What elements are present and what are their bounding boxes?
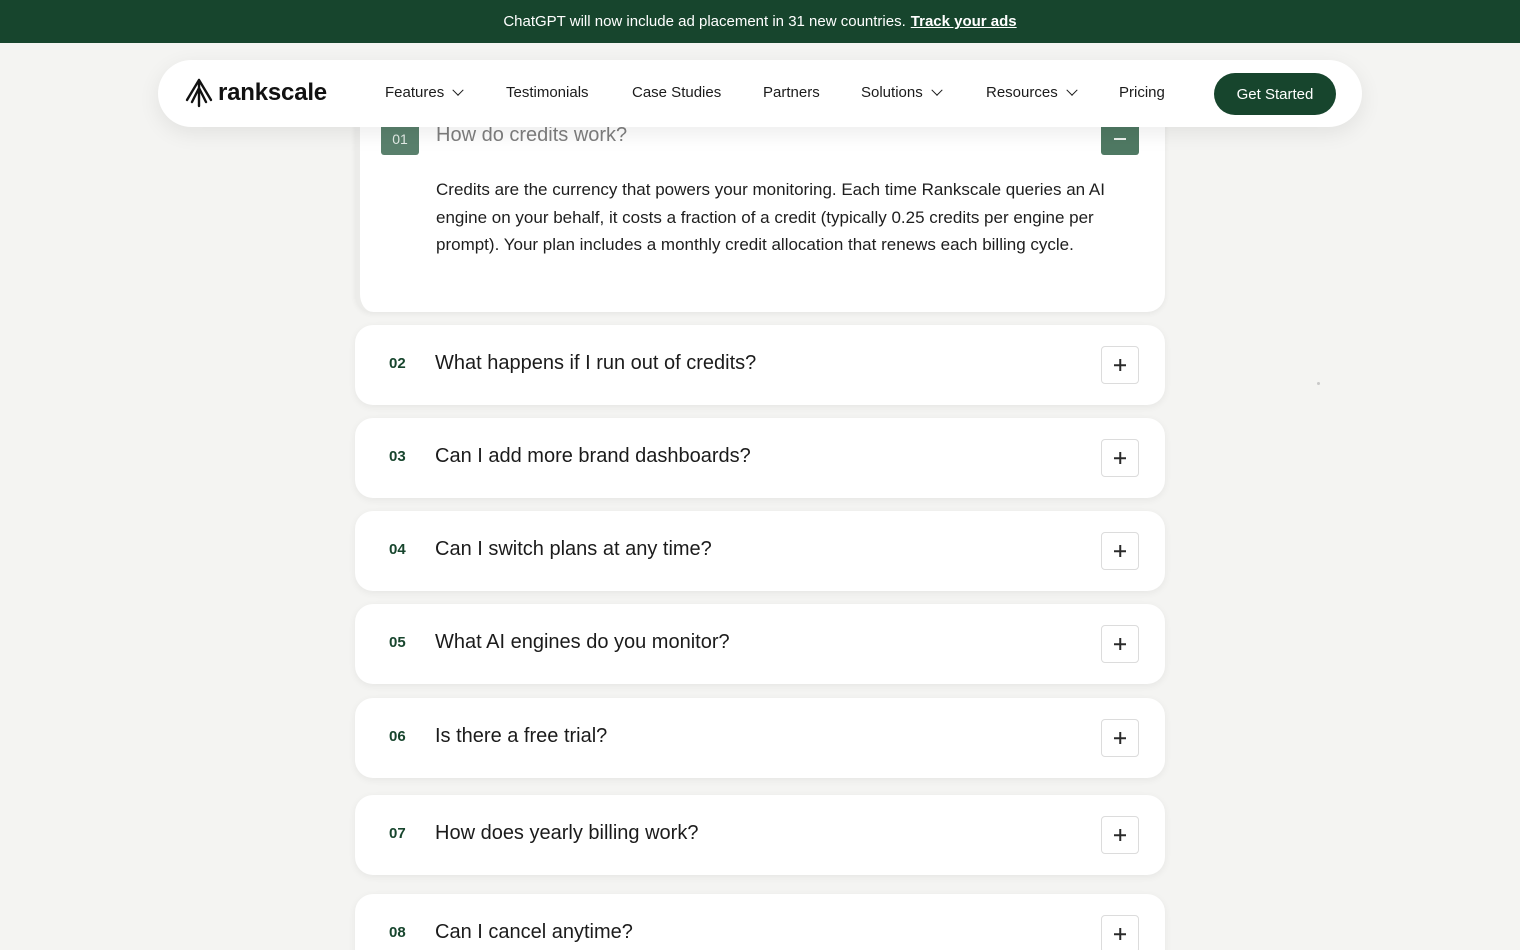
- faq-item[interactable]: 02 What happens if I run out of credits?: [355, 325, 1165, 405]
- faq-number: 06: [389, 728, 406, 745]
- faq-question[interactable]: How do credits work?: [436, 124, 627, 147]
- faq-question: Can I switch plans at any time?: [435, 538, 712, 560]
- faq-number: 07: [389, 825, 406, 842]
- faq-answer: Credits are the currency that powers you…: [436, 180, 1105, 254]
- chevron-down-icon: [1066, 84, 1078, 96]
- faq-item[interactable]: 04 Can I switch plans at any time?: [355, 511, 1165, 591]
- faq-item[interactable]: 03 Can I add more brand dashboards?: [355, 418, 1165, 498]
- plus-icon[interactable]: [1101, 625, 1139, 663]
- faq-question: How does yearly billing work?: [435, 822, 699, 844]
- page: ChatGPT will now include ad placement in…: [0, 0, 1520, 950]
- faq-question: Can I add more brand dashboards?: [435, 445, 751, 467]
- nav-item-pricing[interactable]: Pricing: [1119, 84, 1165, 101]
- chevron-down-icon: [931, 84, 943, 96]
- logo-text: rankscale: [218, 79, 327, 106]
- nav-item-label: Resources: [986, 84, 1058, 101]
- faq-number: 08: [389, 924, 406, 941]
- nav-item-case-studies[interactable]: Case Studies: [632, 84, 721, 101]
- faq-number: 03: [389, 448, 406, 465]
- nav-item-label: Pricing: [1119, 84, 1165, 101]
- logo[interactable]: rankscale: [184, 78, 327, 108]
- faq-item-open: 01 How do credits work? Credits are the …: [355, 100, 1165, 312]
- plus-icon[interactable]: [1101, 915, 1139, 950]
- nav-item-label: Case Studies: [632, 84, 722, 101]
- faq-item[interactable]: 08 Can I cancel anytime?: [355, 894, 1165, 950]
- faq-question: What happens if I run out of credits?: [435, 352, 757, 374]
- faq-item[interactable]: 05 What AI engines do you monitor?: [355, 604, 1165, 684]
- nav-item-label: Partners: [763, 84, 820, 101]
- nav-item-solutions[interactable]: Solutions: [861, 84, 943, 101]
- faq-question: Can I cancel anytime?: [435, 921, 633, 943]
- announcement-text: ChatGPT will now include ad placement in…: [503, 13, 906, 30]
- get-started-button[interactable]: Get Started: [1214, 73, 1336, 115]
- decorative-dot: [1317, 382, 1320, 385]
- minus-icon: [1114, 137, 1126, 140]
- plus-icon[interactable]: [1101, 532, 1139, 570]
- plus-icon[interactable]: [1101, 719, 1139, 757]
- main-nav: rankscale Features Testimonials Case Stu…: [158, 60, 1362, 127]
- faq-item[interactable]: 07 How does yearly billing work?: [355, 795, 1165, 875]
- faq-number: 02: [389, 355, 406, 372]
- faq-question: What AI engines do you monitor?: [435, 631, 730, 653]
- plus-icon[interactable]: [1101, 346, 1139, 384]
- track-ads-link[interactable]: Track your ads: [911, 13, 1017, 30]
- faq-number: 04: [389, 541, 406, 558]
- nav-item-label: Features: [385, 84, 445, 101]
- logo-icon: [185, 78, 213, 108]
- announcement-bar: ChatGPT will now include ad placement in…: [0, 0, 1520, 43]
- faq-question: Is there a free trial?: [435, 725, 608, 747]
- nav-item-features[interactable]: Features: [385, 84, 464, 101]
- plus-icon[interactable]: [1101, 816, 1139, 854]
- nav-item-testimonials[interactable]: Testimonials: [506, 84, 589, 101]
- nav-item-resources[interactable]: Resources: [986, 84, 1078, 101]
- nav-item-partners[interactable]: Partners: [763, 84, 820, 101]
- nav-item-label: Testimonials: [506, 84, 589, 101]
- nav-item-label: Solutions: [861, 84, 923, 101]
- faq-item[interactable]: 06 Is there a free trial?: [355, 698, 1165, 778]
- faq-number: 05: [389, 634, 406, 651]
- plus-icon[interactable]: [1101, 439, 1139, 477]
- chevron-down-icon: [452, 84, 464, 96]
